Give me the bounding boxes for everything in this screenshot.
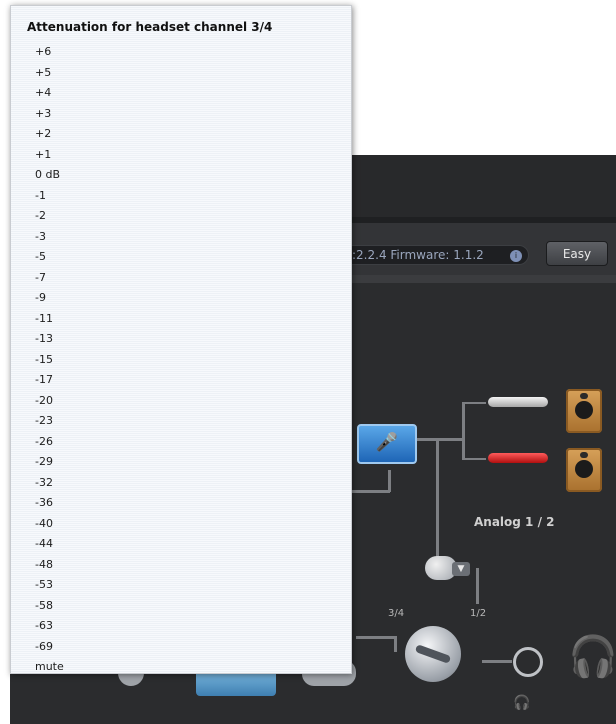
channel-34-label: 3/4 <box>388 608 405 619</box>
menu-item[interactable]: -32 <box>35 473 335 494</box>
signal-line <box>436 440 439 560</box>
menu-item[interactable]: -2 <box>35 206 335 227</box>
firmware-text: :2.2.4 Firmware: 1.1.2 <box>352 248 484 262</box>
menu-item[interactable]: -58 <box>35 596 335 617</box>
menu-item[interactable]: 0 dB <box>35 165 335 186</box>
red-rca-jack <box>488 453 548 463</box>
menu-item[interactable]: -63 <box>35 616 335 637</box>
analog-output-label: Analog 1 / 2 <box>474 515 555 529</box>
chevron-down-icon[interactable]: ▼ <box>452 562 470 576</box>
speaker-icon <box>566 448 602 492</box>
menu-item[interactable]: +5 <box>35 63 335 84</box>
signal-line <box>476 568 479 604</box>
knob-pointer <box>414 644 452 664</box>
menu-item[interactable]: -36 <box>35 493 335 514</box>
menu-item[interactable]: -40 <box>35 514 335 535</box>
speaker-icon <box>566 389 602 433</box>
menu-item[interactable]: -69 <box>35 637 335 658</box>
info-icon[interactable]: i <box>510 250 522 262</box>
headset-icon: 🎧 <box>513 695 531 711</box>
signal-line <box>462 402 465 460</box>
menu-item[interactable]: -26 <box>35 432 335 453</box>
signal-line <box>350 490 390 493</box>
volume-knob-icon[interactable] <box>405 626 461 682</box>
signal-line <box>356 636 396 639</box>
menu-item[interactable]: -44 <box>35 534 335 555</box>
firmware-info: :2.2.4 Firmware: 1.1.2 i <box>343 245 529 265</box>
menu-item[interactable]: -23 <box>35 411 335 432</box>
menu-item[interactable]: -11 <box>35 309 335 330</box>
menu-item[interactable]: -7 <box>35 268 335 289</box>
menu-item[interactable]: -48 <box>35 555 335 576</box>
menu-item[interactable]: +4 <box>35 83 335 104</box>
signal-line <box>416 438 464 441</box>
signal-line <box>482 660 512 663</box>
headphones-icon: 🎧 <box>568 634 616 680</box>
channel-12-label: 1/2 <box>470 608 487 619</box>
menu-item[interactable]: -29 <box>35 452 335 473</box>
menu-item[interactable]: +6 <box>35 42 335 63</box>
signal-line <box>462 402 486 404</box>
signal-line <box>388 470 391 492</box>
menu-item[interactable]: -53 <box>35 575 335 596</box>
menu-item[interactable]: -3 <box>35 227 335 248</box>
menu-item[interactable]: -9 <box>35 288 335 309</box>
easy-button[interactable]: Easy <box>546 241 608 266</box>
speaker-woofer <box>575 401 593 419</box>
headphone-jack-icon <box>513 647 543 677</box>
menu-item[interactable]: -17 <box>35 370 335 391</box>
menu-item[interactable]: -1 <box>35 186 335 207</box>
menu-item[interactable]: -5 <box>35 247 335 268</box>
signal-line <box>462 458 486 460</box>
menu-item[interactable]: -15 <box>35 350 335 371</box>
menu-item[interactable]: mute <box>35 657 335 678</box>
menu-item[interactable]: +3 <box>35 104 335 125</box>
signal-line <box>394 636 397 652</box>
menu-item[interactable]: -13 <box>35 329 335 350</box>
menu-item[interactable]: +1 <box>35 145 335 166</box>
speaker-tweeter <box>580 393 588 399</box>
menu-item[interactable]: +2 <box>35 124 335 145</box>
attenuation-options-list: +6 +5 +4 +3 +2 +1 0 dB -1 -2 -3 -5 -7 -9 -11 -13 -15 -17… <box>35 42 335 678</box>
speaker-woofer <box>575 460 593 478</box>
attenuation-popup-menu: Attenuation for headset channel 3/4 +6 +5… <box>10 5 352 674</box>
menu-title: Attenuation for headset channel 3/4 <box>27 20 273 34</box>
speaker-tweeter <box>580 452 588 458</box>
white-rca-jack <box>488 397 548 407</box>
microphone-guitar-icon[interactable]: 🎤 <box>357 424 417 464</box>
menu-item[interactable]: -20 <box>35 391 335 412</box>
